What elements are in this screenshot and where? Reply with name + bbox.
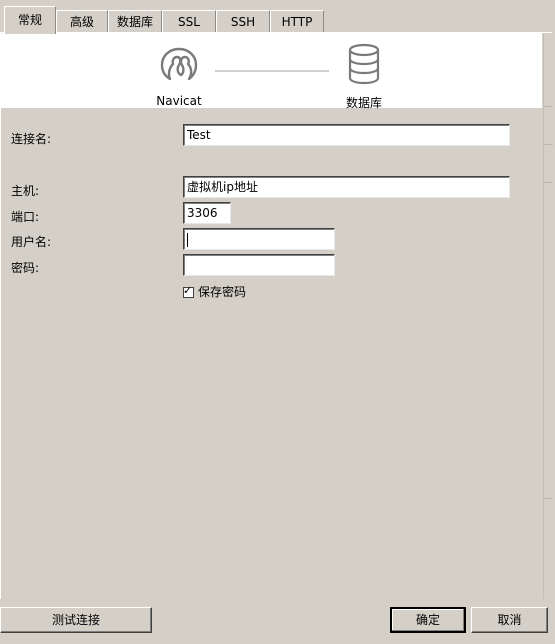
save-password-label: 保存密码	[198, 285, 247, 299]
tab-database[interactable]: 数据库	[108, 10, 162, 32]
tab-ssh[interactable]: SSH	[216, 10, 270, 32]
connection-name-input[interactable]: Test	[183, 124, 510, 146]
username-label: 用户名:	[11, 235, 52, 249]
text-caret	[187, 232, 188, 247]
password-label: 密码:	[11, 261, 40, 275]
username-input[interactable]	[183, 228, 335, 250]
tab-general[interactable]: 常规	[4, 6, 56, 34]
tab-ssl[interactable]: SSL	[162, 10, 216, 32]
host-label: 主机:	[11, 184, 40, 198]
save-password-row[interactable]: ✓ 保存密码	[183, 284, 246, 300]
cancel-button[interactable]: 取消	[471, 607, 548, 633]
ok-button[interactable]: 确定	[390, 607, 466, 633]
tab-panel-general	[0, 32, 553, 599]
connection-dialog: 常规 高级 数据库 SSL SSH HTTP Navicat 数据库 连接名: …	[0, 0, 555, 644]
connection-line	[215, 70, 329, 72]
tab-bar: 常规 高级 数据库 SSL SSH HTTP	[0, 0, 555, 34]
navicat-label: Navicat	[156, 94, 202, 108]
port-label: 端口:	[11, 210, 40, 224]
test-connection-button[interactable]: 测试连接	[0, 607, 152, 633]
connection-name-label: 连接名:	[11, 132, 52, 146]
checkmark-icon: ✓	[183, 284, 193, 297]
tab-http[interactable]: HTTP	[270, 10, 324, 32]
host-input[interactable]: 虚拟机ip地址	[183, 176, 510, 198]
database-label: 数据库	[345, 96, 382, 110]
connection-header: Navicat 数据库	[1, 33, 542, 110]
side-strip	[543, 33, 553, 599]
database-icon	[346, 43, 382, 85]
tab-advanced[interactable]: 高级	[56, 10, 108, 32]
password-input[interactable]	[183, 254, 335, 276]
port-input[interactable]: 3306	[183, 202, 231, 224]
navicat-logo-icon	[157, 43, 201, 85]
save-password-checkbox[interactable]: ✓	[183, 284, 194, 298]
